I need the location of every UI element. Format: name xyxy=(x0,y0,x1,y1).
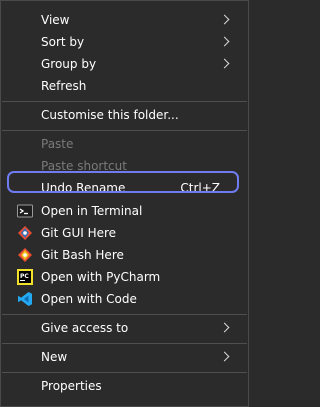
open-terminal-highlight xyxy=(7,171,239,193)
menu-separator xyxy=(2,314,247,315)
menu-item-give-access-to[interactable]: Give access to xyxy=(1,317,248,339)
pycharm-icon-text: PC xyxy=(20,273,29,280)
menu-item-git-gui-here[interactable]: Git GUI Here xyxy=(1,222,248,244)
menu-separator xyxy=(2,343,247,344)
menu-item-refresh-label: Refresh xyxy=(41,79,87,93)
context-menu: View Sort by Group by Refresh Customise … xyxy=(0,0,249,407)
menu-item-git-bash-here-label: Git Bash Here xyxy=(41,248,124,262)
menu-item-sort-by[interactable]: Sort by xyxy=(1,31,248,53)
chevron-right-icon xyxy=(219,36,230,47)
menu-item-open-in-terminal[interactable]: Open in Terminal xyxy=(1,200,248,222)
menu-item-open-with-pycharm[interactable]: PC Open with PyCharm xyxy=(1,266,248,288)
git-bash-icon xyxy=(17,247,33,263)
menu-item-group-by[interactable]: Group by xyxy=(1,53,248,75)
menu-item-customise-folder-label: Customise this folder... xyxy=(41,108,179,122)
menu-item-give-access-to-label: Give access to xyxy=(41,321,129,335)
menu-item-paste-label: Paste xyxy=(41,137,74,151)
menu-item-sort-by-label: Sort by xyxy=(41,35,85,49)
menu-item-open-in-terminal-label: Open in Terminal xyxy=(41,204,143,218)
chevron-right-icon xyxy=(219,322,230,333)
menu-item-view-label: View xyxy=(41,13,70,27)
menu-item-git-gui-here-label: Git GUI Here xyxy=(41,226,117,240)
vscode-icon xyxy=(17,291,33,307)
menu-separator xyxy=(2,130,247,131)
terminal-icon xyxy=(17,203,33,219)
menu-item-properties-label: Properties xyxy=(41,379,102,393)
menu-item-open-with-pycharm-label: Open with PyCharm xyxy=(41,270,161,284)
menu-item-open-with-code-label: Open with Code xyxy=(41,292,137,306)
menu-item-view[interactable]: View xyxy=(1,9,248,31)
menu-separator xyxy=(2,372,247,373)
menu-item-group-by-label: Group by xyxy=(41,57,97,71)
menu-item-customise-folder[interactable]: Customise this folder... xyxy=(1,104,248,126)
menu-item-new-label: New xyxy=(41,350,68,364)
menu-item-paste: Paste xyxy=(1,133,248,155)
menu-separator xyxy=(2,101,247,102)
menu-item-properties[interactable]: Properties xyxy=(1,375,248,397)
chevron-right-icon xyxy=(219,58,230,69)
menu-item-git-bash-here[interactable]: Git Bash Here xyxy=(1,244,248,266)
menu-item-refresh[interactable]: Refresh xyxy=(1,75,248,97)
chevron-right-icon xyxy=(219,14,230,25)
chevron-right-icon xyxy=(219,351,230,362)
menu-item-new[interactable]: New xyxy=(1,346,248,368)
git-gui-icon xyxy=(17,225,33,241)
menu-item-open-with-code[interactable]: Open with Code xyxy=(1,288,248,310)
pycharm-icon: PC xyxy=(17,269,33,285)
